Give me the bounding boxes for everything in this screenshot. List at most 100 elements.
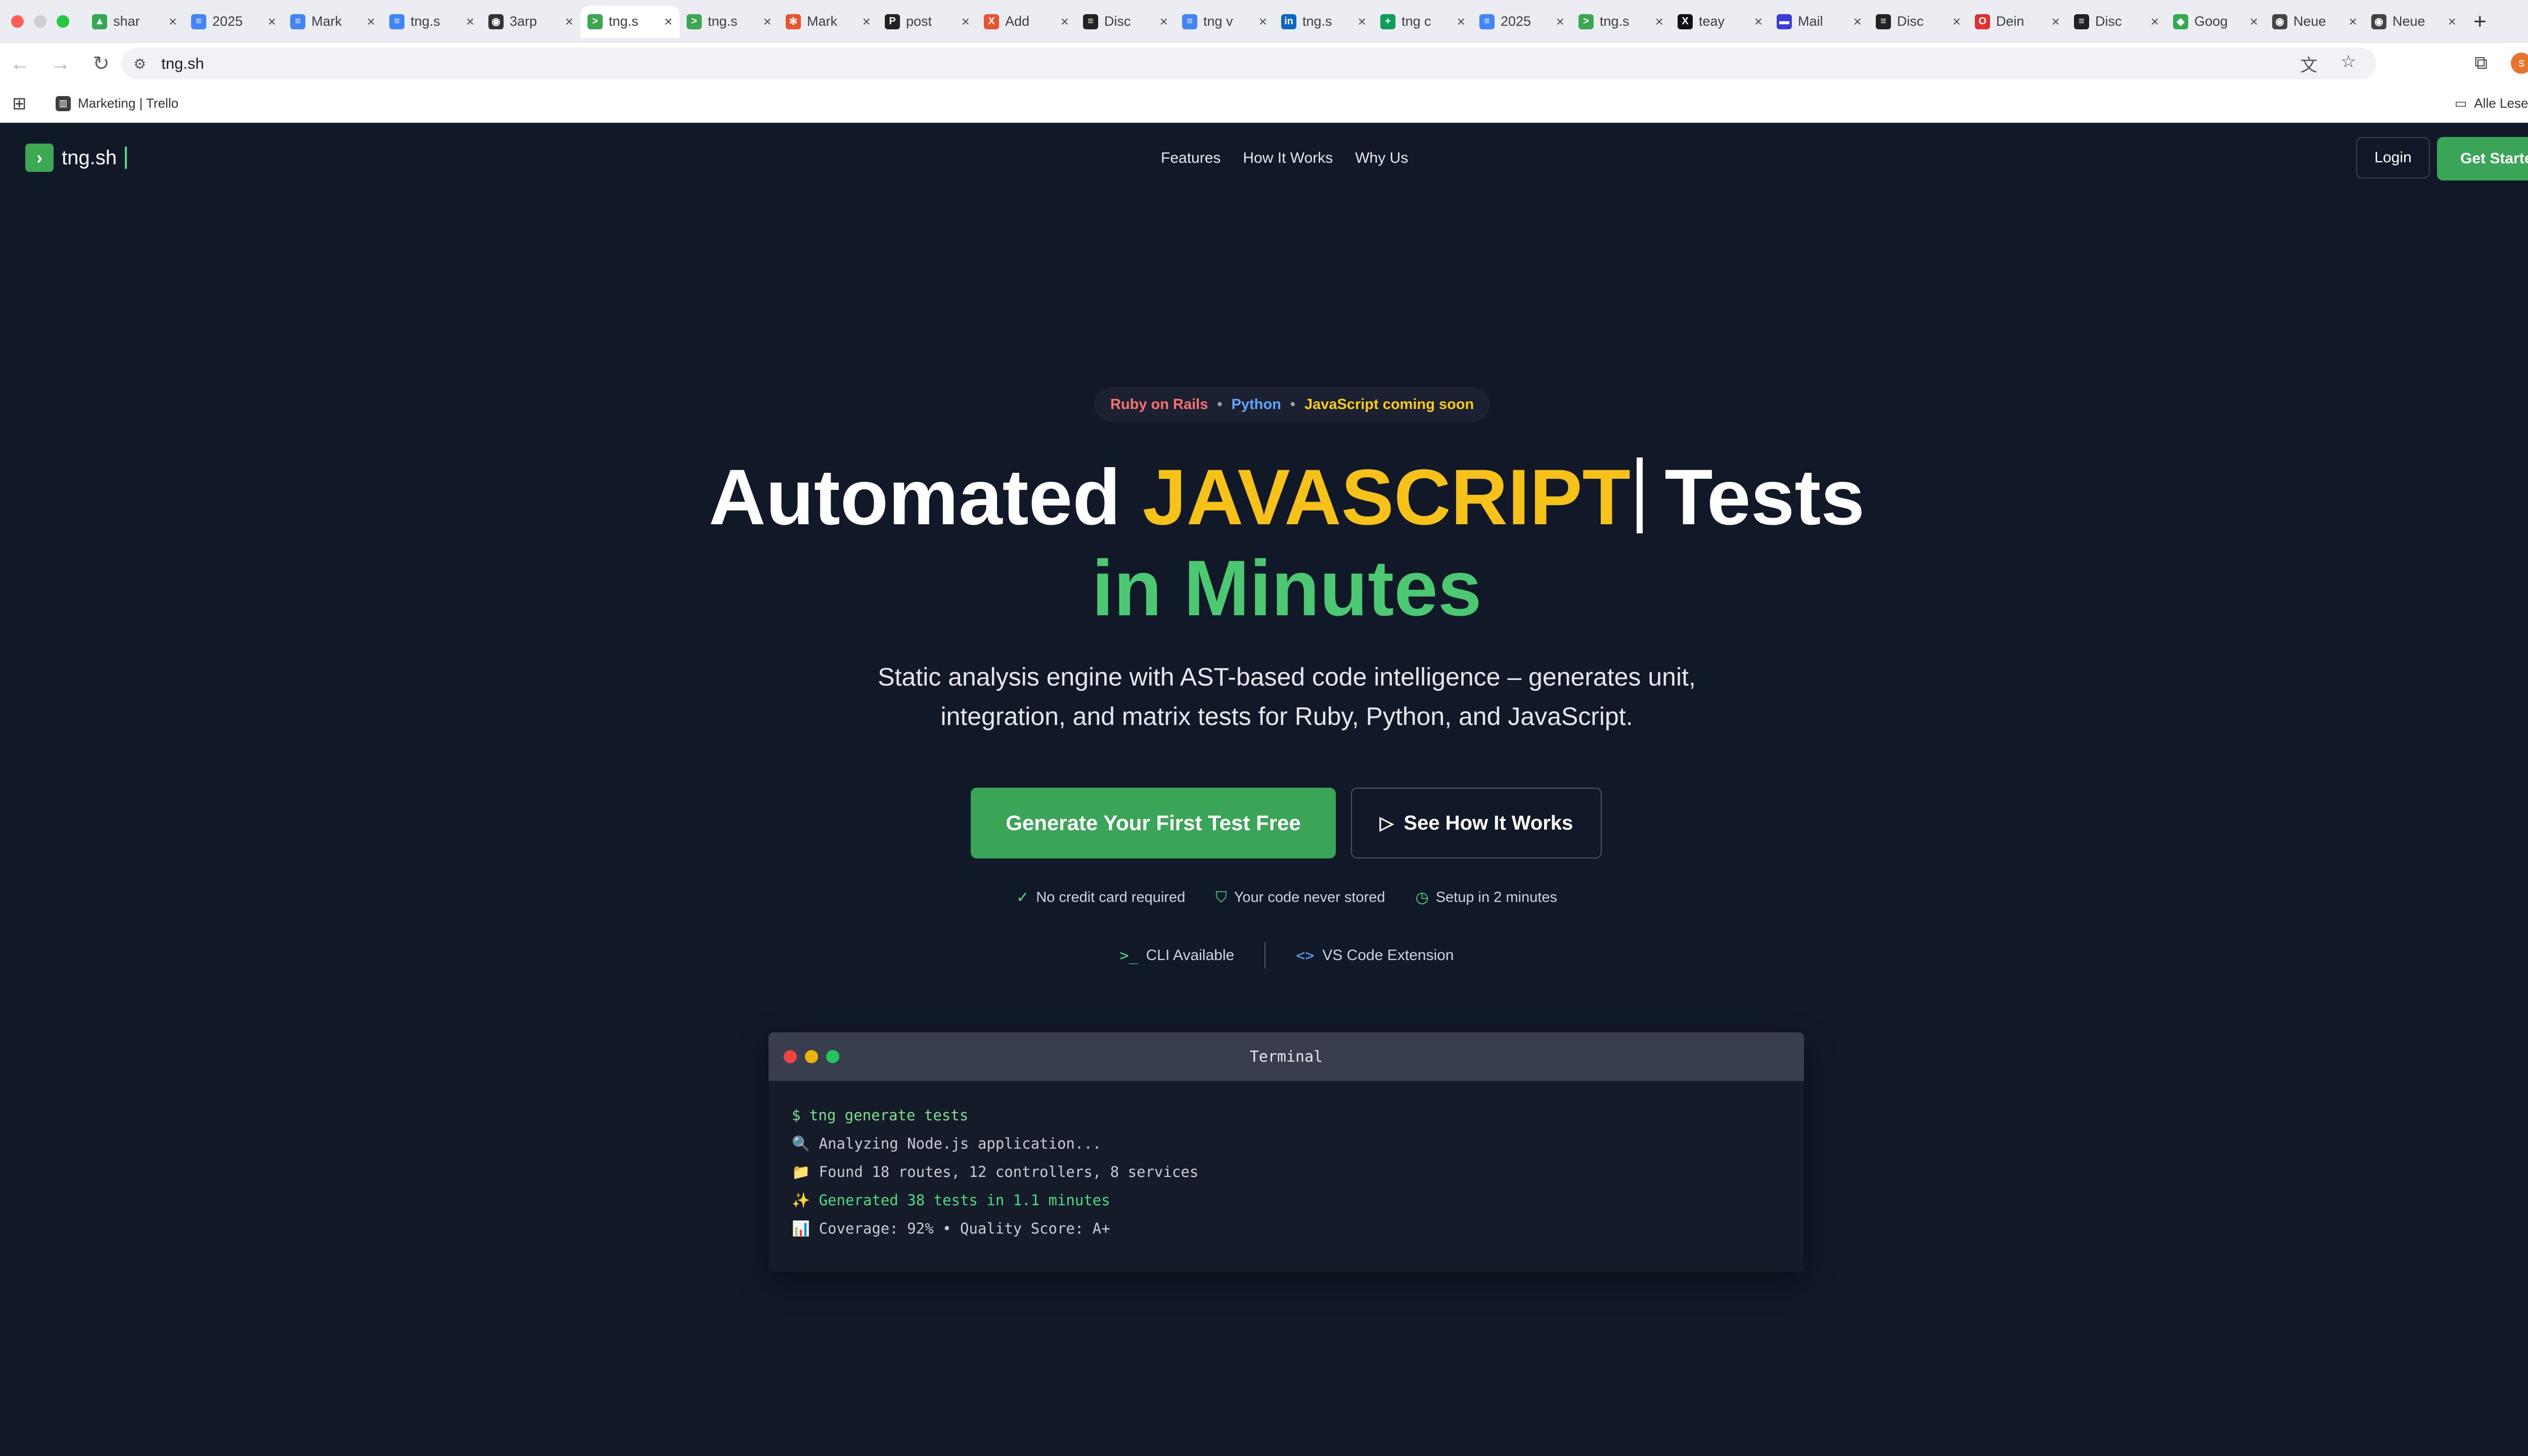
back-button[interactable]: ← <box>0 53 40 75</box>
browser-tab[interactable]: X Add × <box>977 6 1076 38</box>
tab-title: tng c <box>1402 14 1431 29</box>
bookmark-star-icon[interactable]: ☆ <box>2341 52 2356 76</box>
tab-favicon-icon: > <box>1578 14 1594 29</box>
tab-close-icon[interactable]: × <box>664 14 672 30</box>
separator-dot: • <box>1290 396 1295 413</box>
nav-link-how-it-works[interactable]: How It Works <box>1243 150 1333 167</box>
address-toolbar: ← → ↻ ⚙ tng.sh 文 ☆ ⧉ s ⋮ <box>0 43 2528 84</box>
tab-favicon-icon: + <box>1380 14 1395 29</box>
cli-label: CLI Available <box>1146 947 1235 964</box>
tab-close-icon[interactable]: × <box>169 14 177 30</box>
tab-close-icon[interactable]: × <box>268 14 276 30</box>
trust-no-credit-card: ✓ No credit card required <box>1016 889 1185 906</box>
tab-close-icon[interactable]: × <box>863 14 871 30</box>
see-how-it-works-button[interactable]: ▷ See How It Works <box>1351 788 1602 858</box>
tab-close-icon[interactable]: × <box>1953 14 1961 30</box>
tab-close-icon[interactable]: × <box>1655 14 1663 30</box>
tab-close-icon[interactable]: × <box>2448 14 2456 30</box>
all-bookmarks-button[interactable]: ▭ Alle Lesezeichen <box>2455 96 2528 111</box>
browser-tab[interactable]: ▬ Mail × <box>1770 6 1869 38</box>
browser-tab[interactable]: ◆ Goog × <box>2166 6 2265 38</box>
cli-available-link[interactable]: >_ CLI Available <box>1120 947 1235 965</box>
vscode-extension-link[interactable]: <> VS Code Extension <box>1296 947 1454 965</box>
browser-tab[interactable]: ≡ tng v × <box>1175 6 1274 38</box>
close-window-button[interactable] <box>11 15 24 28</box>
browser-tab[interactable]: ≡ Disc × <box>1076 6 1175 38</box>
browser-tab[interactable]: ◉ Neue × <box>2364 6 2463 38</box>
folder-icon: ▭ <box>2454 96 2467 111</box>
tab-title: tng.s <box>1600 14 1630 29</box>
browser-tab[interactable]: ◉ Neue × <box>2265 6 2364 38</box>
tab-title: Add <box>1005 14 1030 29</box>
tab-close-icon[interactable]: × <box>1854 14 1862 30</box>
minimize-window-button[interactable] <box>34 15 47 28</box>
browser-tab[interactable]: O Dein × <box>1968 6 2067 38</box>
site-settings-icon[interactable]: ⚙ <box>133 56 146 72</box>
browser-tab[interactable]: > tng.s × <box>580 5 680 38</box>
shield-icon: ⛉ <box>1215 889 1227 906</box>
tab-close-icon[interactable]: × <box>1358 14 1366 30</box>
bookmarks-bar: ⊞ ▥ Marketing | Trello ▭ Alle Lesezeiche… <box>0 84 2528 123</box>
url-text[interactable]: tng.sh <box>161 55 204 73</box>
tab-close-icon[interactable]: × <box>962 14 970 30</box>
browser-tab[interactable]: Ppost × <box>878 6 977 38</box>
tab-close-icon[interactable]: × <box>1160 14 1168 30</box>
tab-favicon-icon: ◉ <box>488 14 504 29</box>
tab-close-icon[interactable]: × <box>565 14 573 30</box>
bookmark-trello[interactable]: ▥ Marketing | Trello <box>56 96 178 111</box>
tab-close-icon[interactable]: × <box>1457 14 1465 30</box>
typing-cursor <box>1636 458 1643 533</box>
tab-close-icon[interactable]: × <box>2349 14 2357 30</box>
browser-tab[interactable]: ≡ Disc × <box>1869 6 1968 38</box>
check-circle-icon: ✓ <box>1016 889 1029 906</box>
tab-close-icon[interactable]: × <box>367 14 375 30</box>
browser-tab[interactable]: ≡ Disc × <box>2067 6 2166 38</box>
reload-button[interactable]: ↻ <box>81 52 121 75</box>
tab-close-icon[interactable]: × <box>2151 14 2159 30</box>
tab-close-icon[interactable]: × <box>1754 14 1763 30</box>
logo-text: tng.sh <box>62 146 117 169</box>
tab-close-icon[interactable]: × <box>763 14 772 30</box>
tab-favicon-icon: ≡ <box>2074 14 2089 29</box>
forward-button[interactable]: → <box>40 53 81 75</box>
tab-title: Mail <box>1798 14 1823 29</box>
browser-tab[interactable]: ◉ 3arp × <box>481 6 580 38</box>
tab-title: Goog <box>2194 14 2228 29</box>
get-started-button[interactable]: Get Started <box>2437 137 2528 180</box>
browser-tab[interactable]: + tng c × <box>1373 6 1472 38</box>
site-logo[interactable]: › tng.sh <box>25 144 127 172</box>
nav-link-why-us[interactable]: Why Us <box>1355 150 1408 167</box>
tab-close-icon[interactable]: × <box>1061 14 1069 30</box>
browser-tab[interactable]: > tng.s × <box>680 6 779 38</box>
zoom-window-button[interactable] <box>57 15 69 28</box>
browser-tab[interactable]: ▲ shar × <box>85 6 184 38</box>
browser-tab[interactable]: Xteay × <box>1671 6 1770 38</box>
web-page: › tng.sh Features How It Works Why Us Lo… <box>0 123 2528 1456</box>
browser-tab[interactable]: in tng.s × <box>1274 6 1373 38</box>
extensions-icon[interactable]: ⧉ <box>2474 52 2488 74</box>
browser-tab[interactable]: ≡ tng.s × <box>382 6 481 38</box>
browser-tab[interactable]: ✻ Mark × <box>779 6 878 38</box>
translate-icon[interactable]: 文 <box>2300 52 2318 76</box>
tab-close-icon[interactable]: × <box>2052 14 2060 30</box>
tab-close-icon[interactable]: × <box>2250 14 2258 30</box>
tab-close-icon[interactable]: × <box>466 14 474 30</box>
new-tab-button[interactable]: + <box>2463 9 2487 34</box>
tab-close-icon[interactable]: × <box>1556 14 1564 30</box>
browser-tab[interactable]: ≡ 2025 × <box>184 6 283 38</box>
tab-favicon-icon: ≡ <box>389 14 404 29</box>
nav-link-features[interactable]: Features <box>1161 150 1221 167</box>
browser-tab[interactable]: > tng.s × <box>1571 6 1671 38</box>
login-button[interactable]: Login <box>2356 137 2430 178</box>
generate-first-test-button[interactable]: Generate Your First Test Free <box>971 788 1336 858</box>
omnibox[interactable]: ⚙ tng.sh 文 ☆ <box>121 48 2376 79</box>
terminal-line-analyzing: 🔍 Analyzing Node.js application... <box>792 1135 1102 1152</box>
browser-tab[interactable]: ≡ 2025 × <box>1472 6 1571 38</box>
apps-grid-icon[interactable]: ⊞ <box>0 94 56 114</box>
site-header: › tng.sh Features How It Works Why Us Lo… <box>0 123 2528 192</box>
browser-tab[interactable]: ≡ Mark × <box>283 6 382 38</box>
profile-avatar[interactable]: s <box>2511 52 2528 74</box>
tab-close-icon[interactable]: × <box>1259 14 1267 30</box>
terminal-line-command: $ tng generate tests <box>792 1107 969 1124</box>
terminal-titlebar: Terminal <box>769 1032 1804 1081</box>
